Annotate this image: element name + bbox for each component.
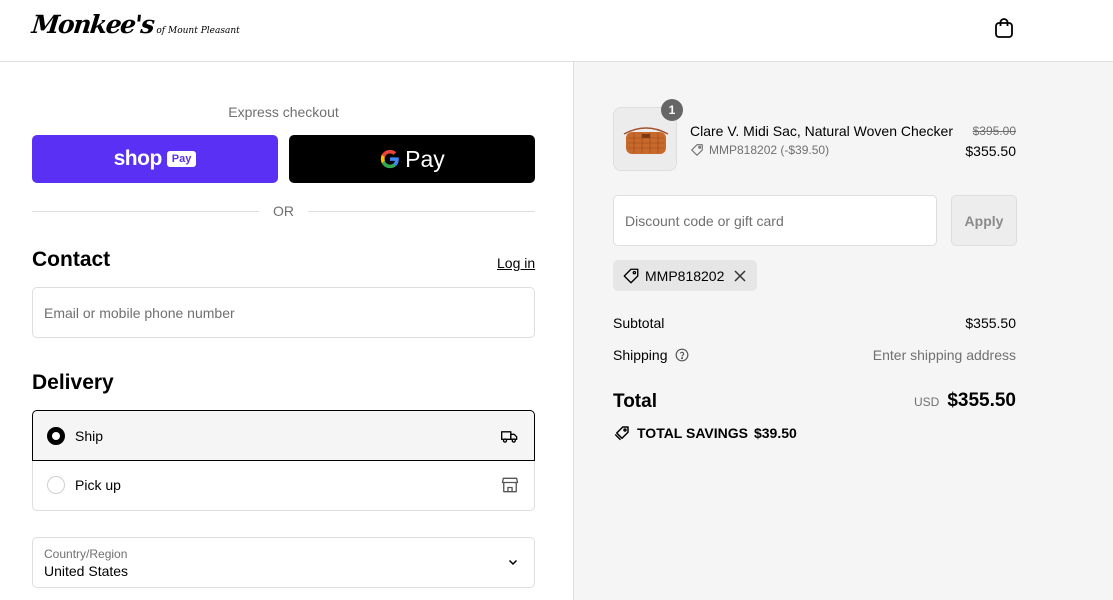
applied-code-text: MMP818202 xyxy=(645,267,725,284)
ship-label: Ship xyxy=(75,427,104,444)
shop-pay-button[interactable]: shop Pay xyxy=(32,135,278,183)
email-field[interactable]: Email or mobile phone number xyxy=(32,287,535,338)
tag-icon xyxy=(623,268,639,283)
total-value: $355.50 xyxy=(947,390,1016,411)
order-summary: 1 Clare V. Midi Sac, Natural Woven Check… xyxy=(573,62,1113,600)
savings-value: $39.50 xyxy=(753,425,797,441)
google-pay-button[interactable]: Pay xyxy=(289,135,535,183)
tag-icon xyxy=(691,144,703,156)
google-g-icon xyxy=(381,149,399,169)
tag-icon xyxy=(614,426,629,441)
subtotal-value: $355.50 xyxy=(965,315,1016,331)
express-checkout-label: Express checkout xyxy=(228,104,339,120)
shipping-value: Enter shipping address xyxy=(872,347,1016,363)
shopping-bag-icon[interactable] xyxy=(992,16,1016,40)
delivery-method-group: Ship Pick up xyxy=(32,410,535,511)
logo-main-text: Monkee's xyxy=(30,10,155,39)
radio-unselected[interactable] xyxy=(47,476,65,494)
login-link[interactable]: Log in xyxy=(497,255,535,271)
store-icon xyxy=(501,477,519,493)
total-currency: USD xyxy=(913,395,940,409)
country-label: Country/Region xyxy=(44,547,128,561)
total-label: Total xyxy=(613,391,657,412)
divider-line xyxy=(32,210,259,212)
applied-discount-chip: MMP818202 xyxy=(613,260,758,291)
shipping-label: Shipping xyxy=(613,347,668,363)
radio-selected[interactable] xyxy=(47,426,65,445)
country-select[interactable]: Country/Region United States xyxy=(32,537,535,588)
close-icon[interactable] xyxy=(733,269,747,283)
delivery-title: Delivery xyxy=(32,371,114,394)
delivery-option-pickup[interactable]: Pick up xyxy=(32,460,535,511)
total-amount: USD $355.50 xyxy=(914,390,1016,412)
shipping-row-label: Shipping xyxy=(613,347,689,363)
product-name: Clare V. Midi Sac, Natural Woven Checker xyxy=(690,123,953,139)
contact-title: Contact xyxy=(32,248,111,271)
discount-code-input[interactable]: Discount code or gift card xyxy=(613,195,937,246)
chevron-down-icon xyxy=(508,559,518,566)
delivery-option-ship[interactable]: Ship xyxy=(32,410,535,461)
or-text: OR xyxy=(273,203,294,219)
truck-icon xyxy=(501,430,518,443)
divider-line xyxy=(308,210,535,212)
pickup-label: Pick up xyxy=(75,477,121,493)
or-divider: OR xyxy=(32,202,535,220)
subtotal-label: Subtotal xyxy=(613,315,665,331)
discount-placeholder: Discount code or gift card xyxy=(625,213,784,229)
savings-label: TOTAL SAVINGS xyxy=(637,425,748,441)
original-price: $395.00 xyxy=(972,124,1016,138)
email-placeholder: Email or mobile phone number xyxy=(44,305,235,321)
product-discount: MMP818202 (-$39.50) xyxy=(690,143,829,157)
store-logo[interactable]: Monkee's of Mount Pleasant xyxy=(30,10,240,46)
shop-pay-wordmark: shop xyxy=(113,147,163,170)
checkout-form: Express checkout shop Pay Pay OR Contact… xyxy=(0,62,573,600)
logo-sub-text: of Mount Pleasant xyxy=(156,26,240,36)
header: Monkee's of Mount Pleasant xyxy=(0,0,1113,62)
product-discount-text: MMP818202 (-$39.50) xyxy=(709,143,830,157)
shop-pay-badge: Pay xyxy=(166,151,197,167)
discounted-price: $355.50 xyxy=(965,143,1016,159)
apply-button[interactable]: Apply xyxy=(951,195,1017,246)
quantity-badge: 1 xyxy=(661,99,683,121)
google-pay-wordmark: Pay xyxy=(405,145,445,172)
total-savings: TOTAL SAVINGS $39.50 xyxy=(613,424,797,442)
help-circle-icon[interactable] xyxy=(675,348,689,362)
country-value: United States xyxy=(44,563,129,579)
